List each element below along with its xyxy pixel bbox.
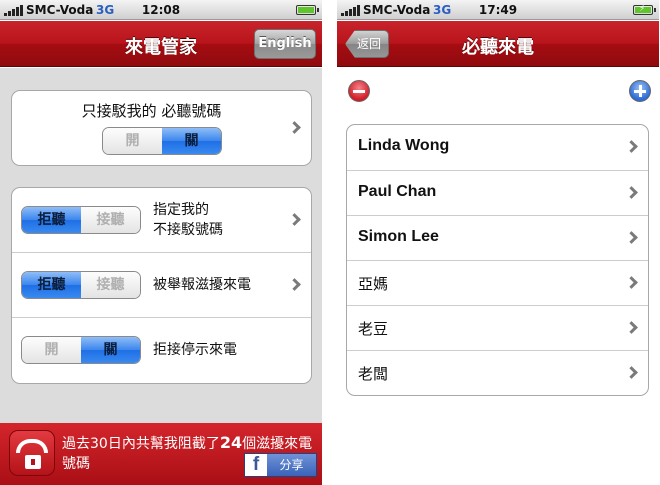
contact-name: Simon Lee [358, 228, 439, 245]
battery-charging-icon: ⚡ [633, 4, 656, 15]
list-item[interactable]: Paul Chan [347, 170, 648, 215]
call-block-lock-icon [9, 430, 55, 476]
blocked-numbers-toggle[interactable]: 拒聽 接聽 [21, 206, 141, 234]
chevron-right-icon [625, 186, 638, 199]
chevron-right-icon [625, 140, 638, 153]
clock: 17:49 [478, 3, 518, 17]
chevron-right-icon [288, 121, 301, 134]
facebook-share-button[interactable]: f 分享 [244, 453, 317, 477]
left-screen: SMC-Voda 3G 12:08 來電管家 English 只接駁我的 必聽號… [0, 0, 322, 485]
minus-icon [353, 90, 365, 93]
blocked-numbers-label-line1: 指定我的 [153, 202, 209, 218]
whitelist-only-row[interactable]: 只接駁我的 必聽號碼 開 關 [11, 90, 312, 166]
chevron-right-icon [625, 231, 638, 244]
chevron-right-icon [288, 213, 301, 226]
blocked-numbers-row[interactable]: 拒聽 接聽 指定我的 不接駁號碼 [12, 188, 311, 253]
whitelist-only-toggle[interactable]: 開 關 [102, 127, 222, 155]
page-title: 必聽來電 [462, 37, 534, 58]
list-item[interactable]: Linda Wong [347, 125, 648, 170]
hidden-number-label: 拒接停示來電 [153, 342, 237, 358]
contact-name: Paul Chan [358, 183, 437, 200]
block-settings-group: 拒聽 接聽 指定我的 不接駁號碼 拒聽 接聽 被舉報滋擾來電 開 關 拒接停示來… [11, 187, 312, 384]
contact-name: 老闆 [358, 365, 389, 383]
chevron-right-icon [625, 276, 638, 289]
delete-contact-button[interactable] [348, 80, 370, 102]
list-item[interactable]: 老豆 [347, 305, 648, 350]
chevron-right-icon [625, 366, 638, 379]
list-item[interactable]: Simon Lee [347, 215, 648, 260]
nav-bar: 返回 必聽來電 [337, 21, 659, 67]
toggle-on-segment: 開 [103, 128, 162, 154]
list-item[interactable]: 老闆 [347, 350, 648, 395]
contact-name: 老豆 [358, 320, 389, 338]
hidden-number-toggle[interactable]: 開 關 [21, 336, 141, 364]
whitelist-content: Linda Wong Paul Chan Simon Lee 亞媽 老豆 老闆 [337, 68, 659, 485]
reported-calls-row[interactable]: 拒聽 接聽 被舉報滋擾來電 [12, 253, 311, 318]
add-contact-button[interactable] [629, 80, 651, 102]
reported-calls-label: 被舉報滋擾來電 [153, 277, 251, 293]
contact-list: Linda Wong Paul Chan Simon Lee 亞媽 老豆 老闆 [346, 124, 649, 396]
right-screen: SMC-Voda 3G 17:49 ⚡ 返回 必聽來電 Linda Wong P… [337, 0, 659, 485]
status-bar: SMC-Voda 3G 17:49 ⚡ [337, 0, 659, 20]
hidden-number-row: 開 關 拒接停示來電 [12, 318, 311, 383]
status-bar: SMC-Voda 3G 12:08 [0, 0, 322, 20]
battery-icon [296, 5, 319, 15]
toggle-accept-segment: 接聽 [81, 272, 140, 298]
facebook-icon: f [245, 454, 267, 476]
toggle-reject-segment: 拒聽 [22, 272, 81, 298]
toggle-off-segment: 關 [81, 337, 140, 363]
chevron-right-icon [288, 278, 301, 291]
toggle-reject-segment: 拒聽 [22, 207, 81, 233]
settings-content: 只接駁我的 必聽號碼 開 關 拒聽 接聽 指定我的 不接駁號碼 拒聽 接聽 被舉… [0, 68, 322, 423]
contact-name: 亞媽 [358, 275, 389, 293]
list-item[interactable]: 亞媽 [347, 260, 648, 305]
toggle-off-segment: 關 [162, 128, 221, 154]
reported-calls-toggle[interactable]: 拒聽 接聽 [21, 271, 141, 299]
chevron-right-icon [625, 321, 638, 334]
toggle-accept-segment: 接聽 [81, 207, 140, 233]
blocked-numbers-label: 指定我的 不接駁號碼 [153, 200, 223, 240]
share-label: 分享 [279, 458, 304, 472]
english-button[interactable]: English [254, 29, 316, 59]
blocked-summary-bar: 過去30日內共幫我阻截了24個滋擾來電號碼 f 分享 [0, 423, 322, 485]
clock: 12:08 [141, 3, 181, 17]
blocked-numbers-label-line2: 不接駁號碼 [153, 222, 223, 238]
toggle-on-segment: 開 [22, 337, 81, 363]
contact-name: Linda Wong [358, 137, 450, 154]
whitelist-only-label: 只接駁我的 必聽號碼 [81, 102, 222, 120]
blocked-count: 24 [219, 433, 243, 452]
summary-text-before: 過去30日內共幫我阻截了 [62, 436, 220, 452]
nav-bar: 來電管家 English [0, 21, 322, 67]
